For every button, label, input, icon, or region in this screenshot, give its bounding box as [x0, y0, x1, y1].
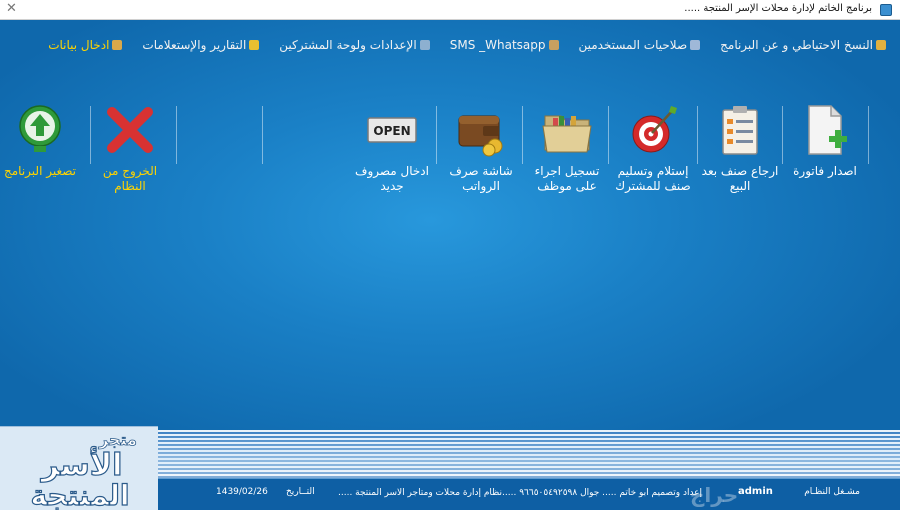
- minimize-arrow-icon: [19, 105, 61, 152]
- system-operator-label: مشـغل النظـام: [804, 487, 860, 497]
- report-icon: [249, 40, 260, 50]
- menu-label: النسخ الاحتياطي و عن البرنامج: [720, 38, 873, 52]
- tool-label: إستلام وتسليم صنف للمشترك: [615, 164, 691, 193]
- menu-reports[interactable]: التقارير والإستعلامات: [142, 38, 260, 52]
- menu-user-permissions[interactable]: صلاحيات المستخدمين: [579, 38, 701, 52]
- menu-data-entry[interactable]: ادخال بيانات: [48, 38, 123, 52]
- menu-label: ادخال بيانات: [48, 38, 110, 52]
- current-date: 1439/02/26: [216, 487, 268, 497]
- date-label: التــاريخ: [286, 487, 315, 497]
- logo-line-2: الأسر: [40, 446, 123, 483]
- menu-label: الإعدادات ولوحة المشتركين: [279, 38, 417, 52]
- separator: [697, 106, 698, 164]
- checklist-icon: [722, 106, 758, 155]
- target-icon: [632, 106, 677, 153]
- tool-label: ادخال مصروف جديد: [355, 164, 429, 193]
- message-icon: [548, 40, 559, 50]
- separator: [782, 106, 783, 164]
- logo-line-1: متجر: [98, 430, 137, 449]
- desktop-area: [0, 20, 900, 430]
- open-sign-text: OPEN: [373, 124, 410, 138]
- menu-backup-about[interactable]: النسخ الاحتياطي و عن البرنامج: [720, 38, 886, 52]
- toolbar: اصدار فاتورة ارجاع صنف بعد البيع إستلام …: [0, 100, 900, 210]
- receive-deliver-button[interactable]: إستلام وتسليم صنف للمشترك: [613, 100, 693, 210]
- logo-line-3: المنتجة: [31, 479, 130, 510]
- menu-label: صلاحيات المستخدمين: [578, 38, 688, 52]
- tool-label: تسجيل اجراء على موظف: [534, 164, 600, 193]
- tool-label: ارجاع صنف بعد البيع: [701, 164, 779, 193]
- separator: [522, 106, 523, 164]
- bar-chart-icon: [112, 40, 123, 50]
- return-item-button[interactable]: ارجاع صنف بعد البيع: [700, 100, 780, 210]
- employee-action-button[interactable]: تسجيل اجراء على موظف: [527, 100, 607, 210]
- new-expense-button[interactable]: OPEN ادخال مصروف جديد: [352, 100, 432, 210]
- menu-sms-whatsapp[interactable]: SMS _Whatsapp: [450, 38, 559, 52]
- separator: [176, 106, 177, 164]
- close-icon[interactable]: ✕: [6, 1, 17, 16]
- salary-screen-button[interactable]: شاشة صرف الرواتب: [441, 100, 521, 210]
- separator: [868, 106, 869, 164]
- store-logo: متجر الأسر المنتجة: [0, 426, 158, 510]
- tool-label: شاشة صرف الرواتب: [449, 164, 513, 193]
- separator: [436, 106, 437, 164]
- decorative-stripes: [158, 430, 900, 478]
- new-invoice-icon: [808, 105, 847, 155]
- tool-label: اصدار فاتورة: [793, 164, 857, 178]
- folder-icon: [542, 115, 592, 153]
- exit-x-icon: [107, 107, 153, 153]
- home-icon: [876, 40, 886, 50]
- window-title: برنامج الخاتم لإدارة محلات الإسر المنتجة…: [684, 3, 872, 14]
- current-user: admin: [738, 486, 773, 497]
- menu-label: SMS _Whatsapp: [449, 38, 546, 52]
- menu-settings[interactable]: الإعدادات ولوحة المشتركين: [279, 38, 430, 52]
- settings-icon: [419, 40, 430, 50]
- open-sign-icon: OPEN: [367, 117, 417, 143]
- menu-label: التقارير والإستعلامات: [142, 38, 247, 52]
- exit-system-button[interactable]: الخروج من النظام: [90, 100, 170, 210]
- app-icon: [880, 4, 892, 16]
- tool-label: الخروج من النظام: [102, 164, 158, 193]
- separator: [262, 106, 263, 164]
- wallet-icon: [458, 115, 503, 157]
- title-bar: ✕ برنامج الخاتم لإدارة محلات الإسر المنت…: [0, 0, 900, 20]
- menu-bar: ادخال بيانات التقارير والإستعلامات الإعد…: [48, 38, 886, 52]
- contact-info: إعداد وتصميم ابو خاتم ..... جوال ٩٦٦٥٠٥٤…: [338, 488, 703, 498]
- issue-invoice-button[interactable]: اصدار فاتورة: [785, 100, 865, 210]
- users-icon: [690, 40, 701, 50]
- status-bar: مشـغل النظـام admin حراج إعداد وتصميم اب…: [158, 478, 900, 510]
- minimize-program-button[interactable]: تصغير البرنامج: [0, 100, 80, 210]
- tool-label: تصغير البرنامج: [4, 164, 76, 178]
- separator: [608, 106, 609, 164]
